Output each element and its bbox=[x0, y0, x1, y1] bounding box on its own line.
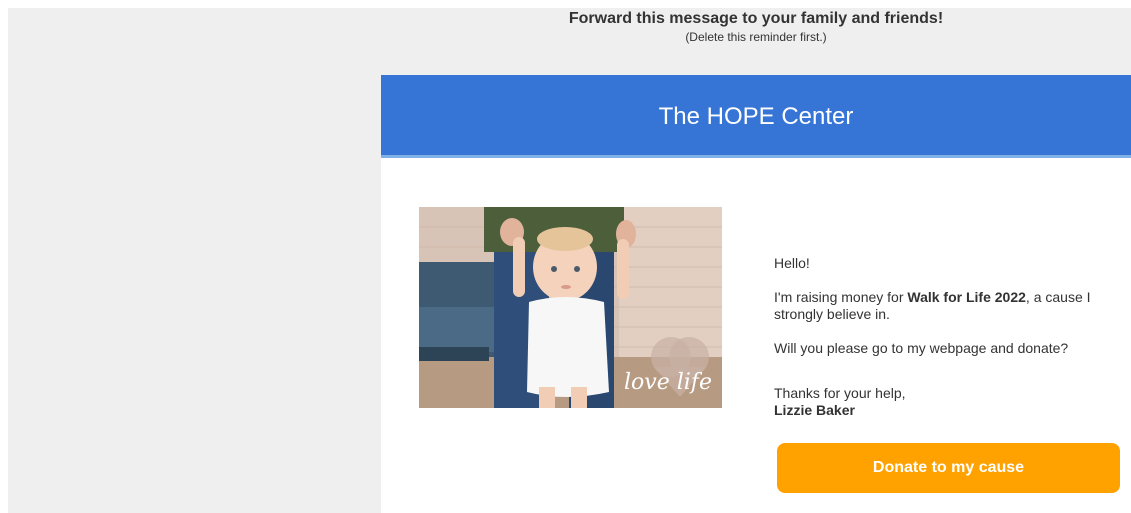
reminder-title: Forward this message to your family and … bbox=[568, 10, 944, 27]
donate-button[interactable]: Donate to my cause bbox=[777, 443, 1120, 493]
donate-ask-text: Will you please go to my webpage and don… bbox=[774, 340, 1069, 356]
reminder-subtitle: (Delete this reminder first.) bbox=[685, 30, 827, 44]
baby-walking-photo: love life bbox=[419, 207, 722, 408]
thanks-text: Thanks for your help, bbox=[774, 385, 906, 401]
greeting-text: Hello! bbox=[774, 255, 810, 271]
organization-title: The HOPE Center bbox=[658, 103, 854, 130]
event-name: Walk for Life 2022 bbox=[907, 289, 1026, 305]
email-body: The HOPE Center love life Hello! I'm rai… bbox=[381, 75, 1131, 513]
email-preview-page: Forward this message to your family and … bbox=[0, 0, 1131, 513]
forward-reminder: Forward this message to your family and … bbox=[381, 8, 1131, 75]
email-header: The HOPE Center bbox=[381, 75, 1131, 158]
photo-overlay-text: love life bbox=[624, 370, 712, 395]
raising-prefix: I'm raising money for bbox=[774, 289, 908, 305]
sender-name: Lizzie Baker bbox=[774, 402, 855, 418]
raising-text: I'm raising money for Walk for Life 2022… bbox=[774, 289, 1124, 323]
